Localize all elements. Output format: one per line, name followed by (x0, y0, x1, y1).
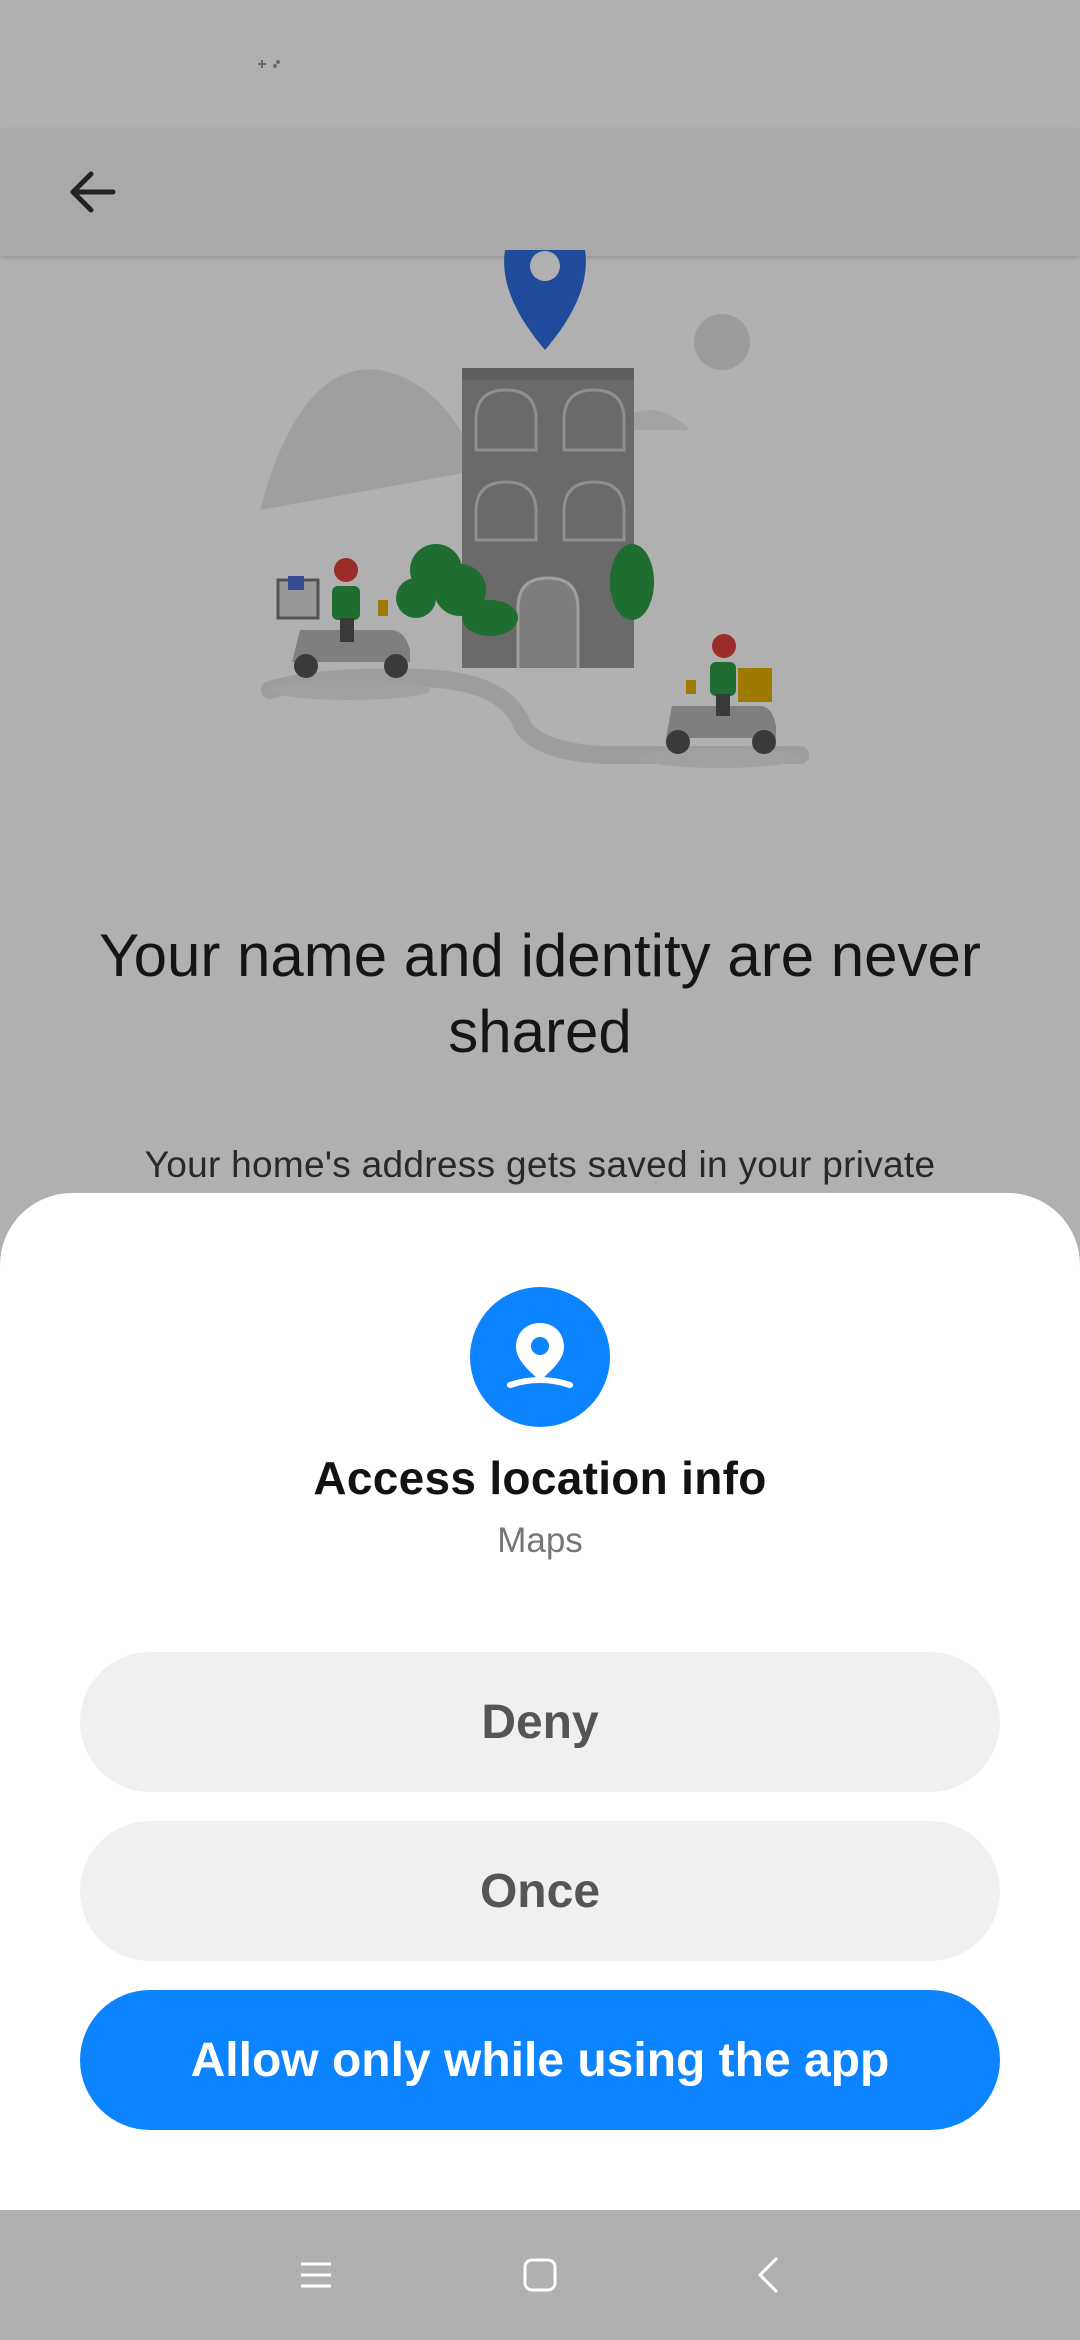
navigation-bar (0, 2210, 1080, 2340)
allow-button-label: Allow only while using the app (190, 2033, 890, 2087)
recent-apps-button[interactable] (276, 2235, 356, 2315)
dialog-title: Access location info (313, 1452, 767, 1504)
allow-while-using-button[interactable]: Allow only while using the app (80, 1990, 1000, 2130)
deny-button-label: Deny (481, 1695, 599, 1749)
dialog-app-name: Maps (497, 1521, 583, 1560)
home-icon (523, 2258, 557, 2292)
home-button[interactable] (500, 2235, 580, 2315)
once-button-label: Once (479, 1864, 601, 1918)
once-button[interactable]: Once (80, 1821, 1000, 1961)
deny-button[interactable]: Deny (80, 1652, 1000, 1792)
system-back-button[interactable] (728, 2235, 808, 2315)
back-icon (758, 2257, 778, 2293)
location-pin-icon (470, 1287, 610, 1427)
permission-dialog: Access location info Maps Deny Once Allo… (0, 1193, 1080, 2210)
menu-icon (301, 2262, 331, 2288)
